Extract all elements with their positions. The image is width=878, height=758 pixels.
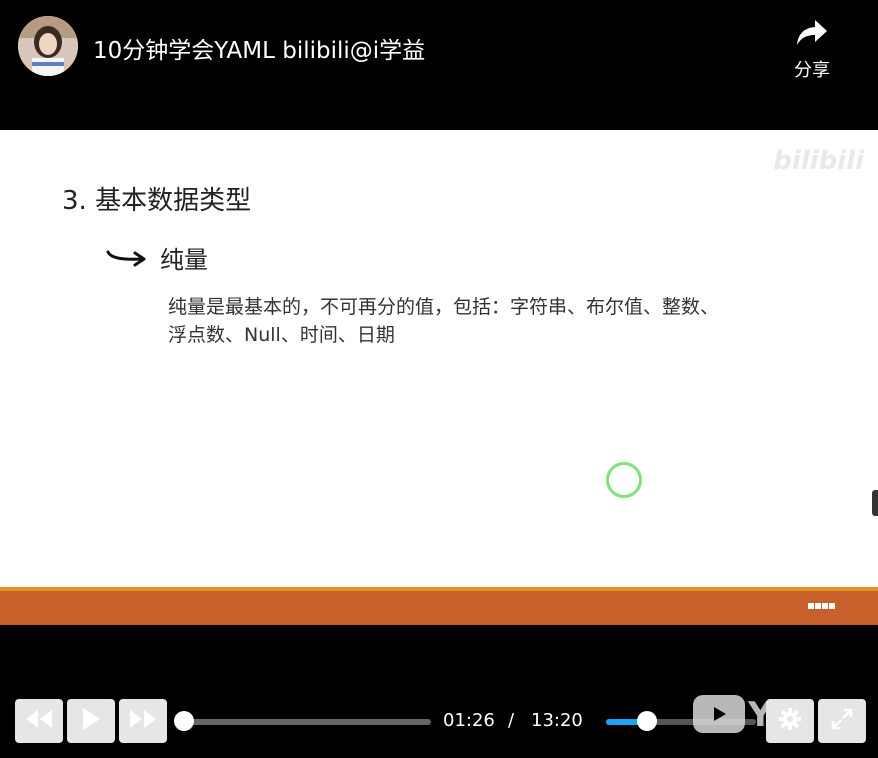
side-handle[interactable] [872, 490, 878, 516]
slide-footer-band [0, 591, 878, 625]
progress-bar[interactable] [183, 719, 431, 725]
slide-page-dots [808, 603, 836, 609]
play-button[interactable] [67, 699, 115, 743]
fullscreen-button[interactable] [818, 699, 866, 743]
fullscreen-icon [830, 707, 854, 735]
play-icon [80, 706, 102, 736]
share-icon [795, 20, 829, 52]
slide-subheading: 纯量 [160, 246, 208, 274]
slide-body-line: 浮点数、Null、时间、日期 [168, 324, 395, 346]
player-controls: 01:26 / 13:20 Y [0, 625, 878, 758]
slide-body-line: 纯量是最基本的，不可再分的值，包括：字符串、布尔值、整数、 [168, 296, 720, 318]
slide-heading: 3. 基本数据类型 [62, 186, 252, 216]
youtube-logo-icon [693, 695, 745, 733]
cursor-highlight [606, 462, 642, 498]
video-frame[interactable]: bilibili 3. 基本数据类型 纯量 纯量是最基本的，不可再分的值，包括：… [0, 130, 878, 587]
settings-icon [778, 707, 802, 735]
slide-body: 纯量是最基本的，不可再分的值，包括：字符串、布尔值、整数、 浮点数、Null、时… [168, 293, 818, 349]
settings-button[interactable] [766, 699, 814, 743]
share-label: 分享 [794, 60, 830, 81]
volume-handle[interactable] [636, 711, 657, 731]
current-time: 01:26 [443, 710, 495, 731]
share-button[interactable]: 分享 [782, 18, 842, 82]
fast-forward-button[interactable] [119, 699, 167, 743]
progress-handle[interactable] [174, 711, 195, 731]
video-title[interactable]: 10分钟学会YAML bilibili@i学益 [93, 31, 425, 65]
total-time: 13:20 [531, 710, 583, 731]
arrow-icon [105, 244, 149, 274]
fast-forward-icon [128, 708, 158, 734]
rewind-button[interactable] [15, 699, 63, 743]
channel-avatar[interactable] [18, 16, 78, 76]
video-header: 10分钟学会YAML bilibili@i学益 分享 [0, 0, 878, 130]
rewind-icon [24, 708, 54, 734]
time-separator: / [508, 710, 515, 731]
bilibili-watermark: bilibili [773, 146, 864, 176]
